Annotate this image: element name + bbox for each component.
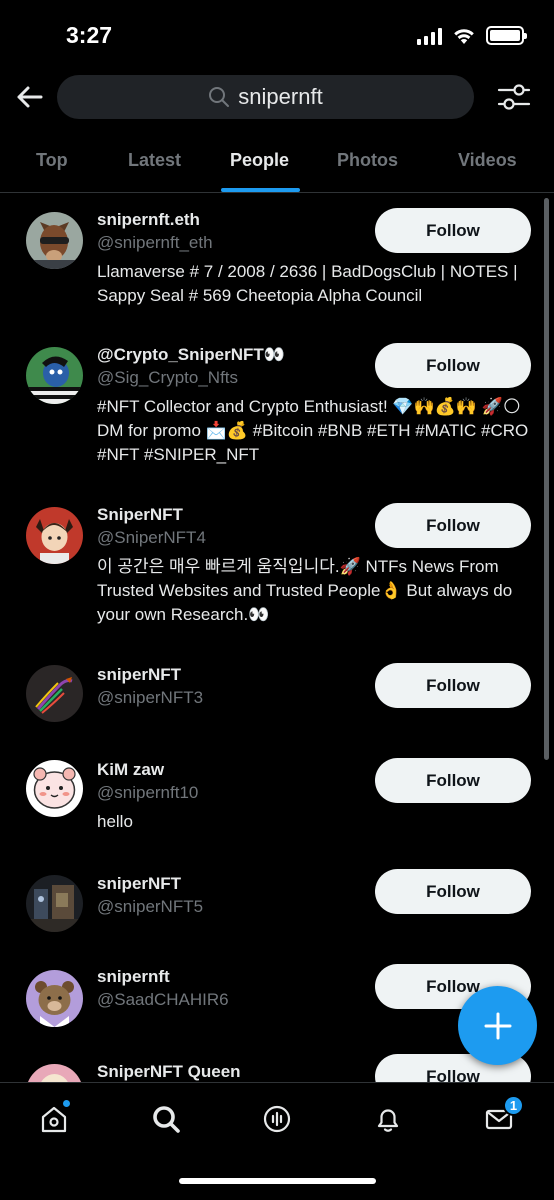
user-name: sniperNFT bbox=[97, 665, 182, 684]
user-name: snipernft bbox=[97, 967, 170, 986]
tab-photos[interactable]: Photos bbox=[337, 150, 398, 171]
search-header: snipernft bbox=[0, 74, 554, 120]
user-handle: @snipernft_eth bbox=[97, 233, 213, 252]
user-handle: @sniperNFT3 bbox=[97, 688, 204, 707]
search-icon bbox=[209, 87, 230, 107]
spaces-icon bbox=[263, 1105, 291, 1133]
user-handle: @SniperNFT4 bbox=[97, 528, 206, 547]
user-name: snipernft.eth bbox=[97, 210, 200, 229]
wifi-icon bbox=[454, 28, 474, 44]
back-button[interactable] bbox=[14, 81, 46, 113]
avatar[interactable] bbox=[26, 970, 83, 1027]
active-tab-indicator bbox=[221, 188, 300, 192]
user-bio: #NFT Collector and Crypto Enthusiast! 💎🙌… bbox=[97, 397, 529, 464]
avatar[interactable] bbox=[26, 760, 83, 817]
bell-icon bbox=[377, 1109, 399, 1132]
home-icon bbox=[41, 1106, 67, 1133]
battery-icon bbox=[486, 26, 527, 45]
search-tabs: Top Latest People Photos Videos bbox=[0, 140, 554, 193]
status-bar: 3:27 bbox=[0, 0, 554, 70]
tab-people[interactable]: People bbox=[230, 150, 289, 171]
messages-badge: 1 bbox=[503, 1095, 524, 1116]
plus-icon bbox=[484, 1012, 511, 1039]
avatar[interactable] bbox=[26, 347, 83, 404]
avatar[interactable] bbox=[26, 1064, 83, 1082]
user-name: @Crypto_SniperNFT👀 bbox=[97, 345, 285, 364]
nav-home[interactable] bbox=[36, 1099, 72, 1137]
tab-top[interactable]: Top bbox=[36, 150, 68, 171]
search-query: snipernft bbox=[238, 84, 323, 109]
back-arrow-icon bbox=[17, 86, 43, 108]
user-handle: @snipernft10 bbox=[97, 783, 199, 802]
cellular-signal-icon bbox=[417, 27, 442, 45]
follow-button[interactable]: Follow bbox=[375, 343, 531, 388]
nav-spaces[interactable] bbox=[259, 1101, 295, 1137]
avatar[interactable] bbox=[26, 507, 83, 564]
tab-videos[interactable]: Videos bbox=[458, 150, 517, 171]
status-icons bbox=[417, 26, 527, 45]
follow-button[interactable]: Follow bbox=[375, 758, 531, 803]
user-name: SniperNFT Queen bbox=[97, 1062, 241, 1081]
user-bio: 이 공간은 매우 빠르게 움직입니다.🚀 NTFs News From Trus… bbox=[97, 557, 513, 624]
user-bio: hello bbox=[97, 812, 133, 831]
status-time: 3:27 bbox=[66, 22, 113, 48]
sliders-icon bbox=[497, 84, 531, 110]
search-filter-button[interactable] bbox=[497, 82, 531, 112]
follow-button[interactable]: Follow bbox=[375, 663, 531, 708]
user-name: SniperNFT bbox=[97, 505, 183, 524]
user-handle: @SaadCHAHIR6 bbox=[97, 990, 229, 1009]
follow-button[interactable]: Follow bbox=[375, 869, 531, 914]
avatar[interactable] bbox=[26, 875, 83, 932]
follow-button[interactable]: Follow bbox=[375, 503, 531, 548]
nav-notifications[interactable] bbox=[370, 1101, 406, 1137]
people-list: snipernft.eth @snipernft_eth Llamaverse … bbox=[0, 194, 554, 1082]
notification-dot bbox=[62, 1099, 71, 1108]
scrollbar[interactable] bbox=[544, 198, 549, 760]
avatar[interactable] bbox=[26, 665, 83, 722]
nav-search[interactable] bbox=[148, 1101, 184, 1137]
tab-latest[interactable]: Latest bbox=[128, 150, 181, 171]
user-handle: @Sig_Crypto_Nfts bbox=[97, 368, 239, 387]
compose-button[interactable] bbox=[458, 986, 537, 1065]
user-name: sniperNFT bbox=[97, 874, 182, 893]
user-bio: Llamaverse # 7 / 2008 / 2636 | BadDogsCl… bbox=[97, 262, 518, 305]
search-icon bbox=[153, 1106, 180, 1133]
home-indicator bbox=[179, 1178, 376, 1184]
search-input[interactable]: snipernft bbox=[57, 75, 474, 119]
user-name: KiM zaw bbox=[97, 760, 165, 779]
follow-button[interactable]: Follow bbox=[375, 208, 531, 253]
avatar[interactable] bbox=[26, 212, 83, 269]
user-handle: @sniperNFT5 bbox=[97, 897, 204, 916]
nav-messages[interactable]: 1 bbox=[481, 1095, 524, 1137]
